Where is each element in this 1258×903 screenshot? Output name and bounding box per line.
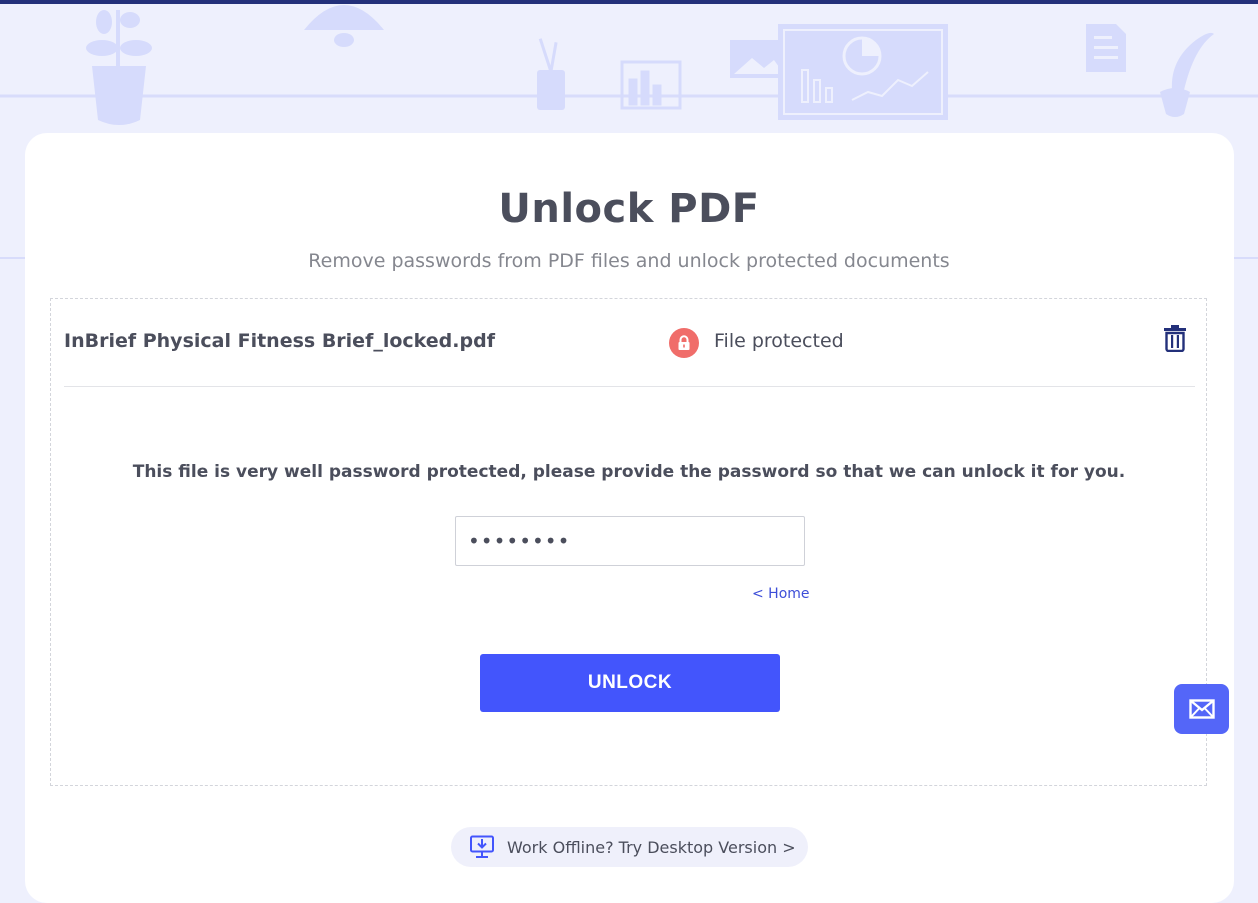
lamp-illustration <box>304 5 384 47</box>
plant-illustration <box>86 10 152 125</box>
file-divider <box>64 386 1195 387</box>
chart-board-illustration <box>620 60 682 110</box>
password-input[interactable] <box>455 516 805 566</box>
trash-icon[interactable] <box>1162 324 1188 353</box>
image-card-illustration <box>730 40 786 78</box>
dashboard-illustration <box>778 24 948 120</box>
unlock-button[interactable]: UNLOCK <box>480 654 780 712</box>
page-subtitle: Remove passwords from PDF files and unlo… <box>308 250 950 272</box>
lock-icon <box>669 328 699 358</box>
desktop-download-icon <box>470 835 494 858</box>
vase-illustration <box>1160 32 1214 117</box>
file-name: InBrief Physical Fitness Brief_locked.pd… <box>64 330 495 352</box>
home-link[interactable]: < Home <box>752 586 810 602</box>
mail-icon[interactable] <box>1174 684 1229 734</box>
file-status: File protected <box>714 330 844 352</box>
password-prompt: This file is very well password protecte… <box>132 462 1126 482</box>
page-title: Unlock PDF <box>498 186 760 232</box>
pencil-cup-illustration <box>537 38 565 110</box>
desktop-version-label: Work Offline? Try Desktop Version > <box>507 837 796 857</box>
document-illustration <box>1086 24 1126 72</box>
desktop-version-button[interactable]: Work Offline? Try Desktop Version > <box>451 827 808 867</box>
